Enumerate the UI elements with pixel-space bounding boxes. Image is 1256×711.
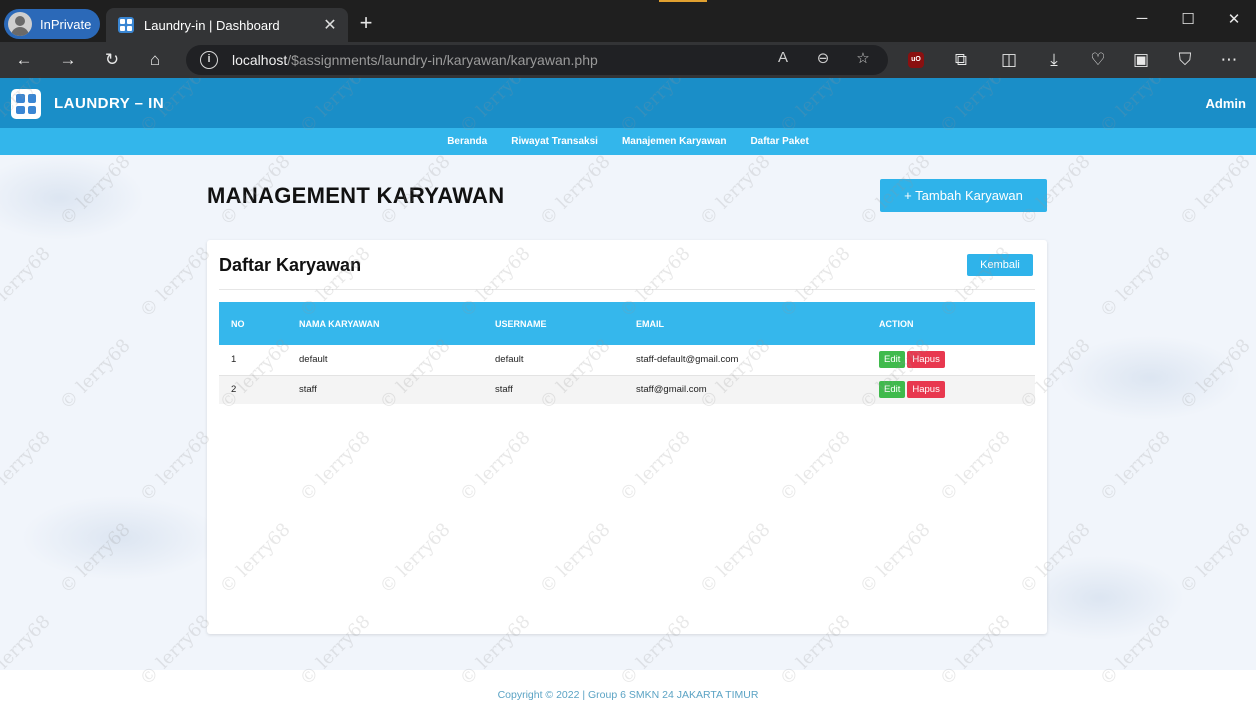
add-employee-button[interactable]: + Tambah Karyawan [880, 179, 1047, 212]
column-header-no: NO [219, 302, 287, 345]
app-header: LAUNDRY – IN Admin [0, 78, 1256, 128]
main-nav: Beranda Riwayat Transaksi Manajemen Kary… [0, 128, 1256, 155]
address-bar[interactable]: i localhost/$assignments/laundry-in/kary… [186, 45, 888, 75]
inprivate-label: InPrivate [40, 16, 92, 32]
column-header-action: ACTION [867, 302, 1035, 345]
url-text: localhost/$assignments/laundry-in/karyaw… [232, 52, 598, 68]
column-header-username: USERNAME [483, 302, 624, 345]
health-icon[interactable]: ♡ [1085, 48, 1111, 72]
watermark-text: © lerry68 [135, 243, 215, 322]
employee-card: Daftar Karyawan Kembali NO NAMA KARYAWAN… [207, 240, 1047, 634]
column-header-email: EMAIL [624, 302, 867, 345]
extensions-icon[interactable]: ⧉ [948, 48, 974, 72]
browser-toolbar: ← → ↻ ⌂ i localhost/$assignments/laundry… [0, 42, 1256, 78]
cell-nama: staff [287, 375, 483, 404]
watermark-text: © lerry68 [695, 151, 775, 230]
tab-title: Laundry-in | Dashboard [144, 17, 280, 33]
copyright-text: Copyright © 2022 | Group 6 SMKN 24 JAKAR… [497, 689, 759, 701]
cell-action: Edit Hapus [867, 345, 1035, 376]
info-icon[interactable]: i [200, 51, 218, 69]
watermark-text: © lerry68 [1095, 243, 1175, 322]
cell-username: staff [483, 375, 624, 404]
downloads-icon[interactable]: ⤓ [1041, 48, 1067, 72]
new-tab-icon[interactable]: + [352, 10, 380, 36]
accent-line [659, 0, 707, 2]
table-header-row: NO NAMA KARYAWAN USERNAME EMAIL ACTION [219, 302, 1035, 345]
inprivate-button[interactable]: InPrivate [4, 9, 100, 39]
divider [219, 289, 1035, 290]
nav-daftar-paket[interactable]: Daftar Paket [750, 136, 808, 147]
favorite-star-icon[interactable]: ☆ [852, 49, 874, 67]
browser-tab[interactable]: Laundry-in | Dashboard ✕ [106, 8, 348, 42]
shield-icon[interactable]: ⛉ [1172, 48, 1198, 72]
watermark-text: © lerry68 [0, 243, 55, 322]
card-title: Daftar Karyawan [219, 255, 362, 275]
cell-nama: default [287, 345, 483, 376]
read-aloud-icon[interactable]: A [772, 49, 794, 66]
home-icon[interactable]: ⌂ [142, 48, 168, 72]
user-menu[interactable]: Admin [1206, 96, 1246, 111]
nav-riwayat-transaksi[interactable]: Riwayat Transaksi [511, 136, 598, 147]
brand-name[interactable]: LAUNDRY – IN [54, 95, 164, 112]
tab-favicon-icon [118, 17, 134, 33]
watermark-text: © lerry68 [0, 427, 55, 506]
watermark-text: © lerry68 [55, 335, 135, 414]
delete-button[interactable]: Hapus [907, 351, 945, 369]
cell-email: staff@gmail.com [624, 375, 867, 404]
close-window-icon[interactable]: ✕ [1214, 10, 1254, 28]
watermark-text: © lerry68 [1175, 519, 1255, 598]
watermark-text: © lerry68 [1175, 151, 1255, 230]
refresh-icon[interactable]: ↻ [99, 48, 125, 72]
app-logo-icon[interactable] [11, 89, 41, 119]
column-header-nama: NAMA KARYAWAN [287, 302, 483, 345]
footer: Copyright © 2022 | Group 6 SMKN 24 JAKAR… [0, 670, 1256, 711]
ublock-icon[interactable]: uO [908, 52, 924, 68]
nav-manajemen-karyawan[interactable]: Manajemen Karyawan [622, 136, 727, 147]
back-icon[interactable]: ← [11, 48, 37, 72]
close-tab-icon[interactable]: ✕ [320, 15, 340, 35]
split-screen-icon[interactable]: ◫ [996, 48, 1022, 72]
back-button[interactable]: Kembali [967, 254, 1033, 276]
maximize-icon[interactable]: ☐ [1168, 10, 1208, 28]
nav-beranda[interactable]: Beranda [447, 136, 487, 147]
cell-action: Edit Hapus [867, 375, 1035, 404]
forward-icon[interactable]: → [55, 48, 81, 72]
watermark-text: © lerry68 [535, 151, 615, 230]
employee-table: NO NAMA KARYAWAN USERNAME EMAIL ACTION 1… [219, 302, 1035, 404]
cell-no: 1 [219, 345, 287, 376]
delete-button[interactable]: Hapus [907, 381, 945, 399]
watermark-text: © lerry68 [55, 151, 135, 230]
watermark-text: © lerry68 [1175, 335, 1255, 414]
cell-email: staff-default@gmail.com [624, 345, 867, 376]
watermark-text: © lerry68 [1095, 427, 1175, 506]
zoom-icon[interactable]: ⊖ [812, 49, 834, 67]
page-title: MANAGEMENT KARYAWAN [207, 183, 505, 208]
edit-button[interactable]: Edit [879, 351, 906, 369]
table-row: 1 default default staff-default@gmail.co… [219, 345, 1035, 376]
profile-avatar-icon [8, 12, 32, 36]
cell-no: 2 [219, 375, 287, 404]
watermark-text: © lerry68 [55, 519, 135, 598]
edit-button[interactable]: Edit [879, 381, 906, 399]
more-icon[interactable]: ⋯ [1216, 48, 1242, 72]
browser-titlebar: InPrivate Laundry-in | Dashboard ✕ + ─ ☐… [0, 0, 1256, 42]
table-row: 2 staff staff staff@gmail.com Edit Hapus [219, 375, 1035, 404]
watermark-text: © lerry68 [135, 427, 215, 506]
minimize-icon[interactable]: ─ [1122, 10, 1162, 27]
screenshot-icon[interactable]: ▣ [1128, 48, 1154, 72]
page-content: LAUNDRY – IN Admin Beranda Riwayat Trans… [0, 78, 1256, 711]
cell-username: default [483, 345, 624, 376]
